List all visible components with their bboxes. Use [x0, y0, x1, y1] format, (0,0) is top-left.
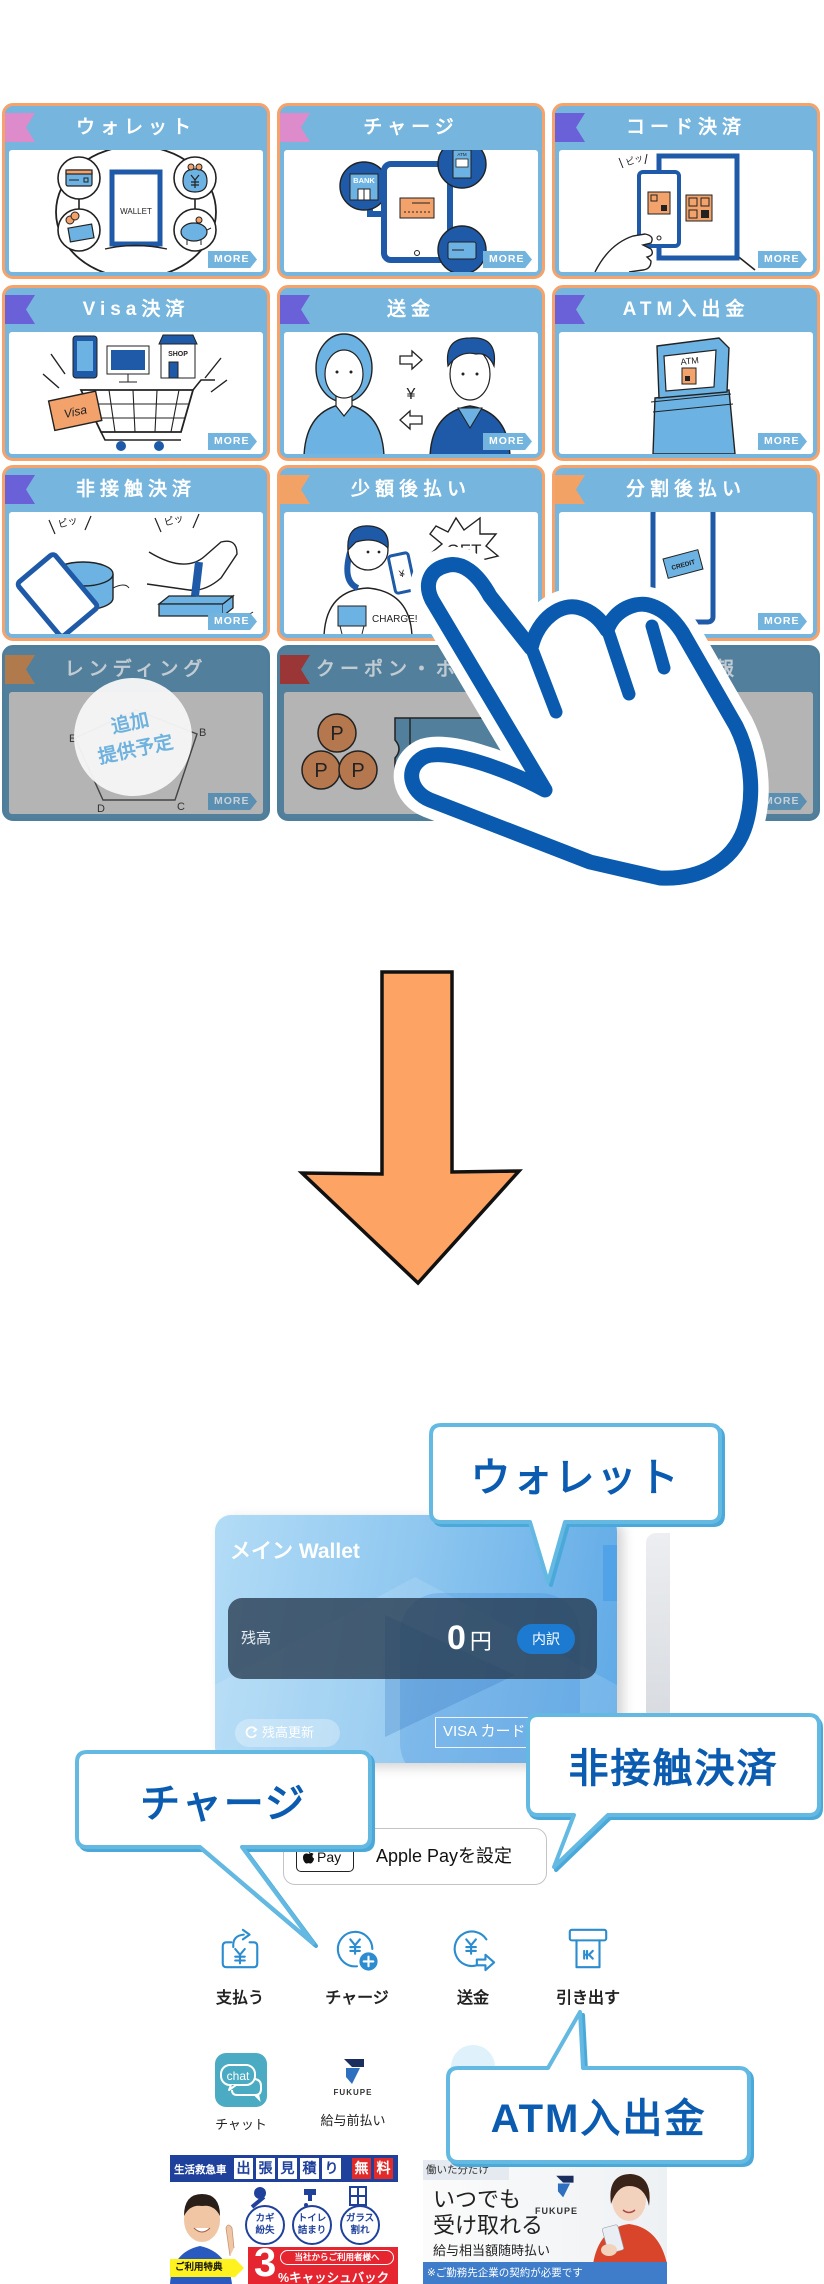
callout-contactless: 非接触決済: [520, 1708, 824, 1873]
balance-amount: 0円: [447, 1598, 492, 1685]
chat-icon[interactable]: chat: [215, 2053, 267, 2107]
ad-big-number: 3: [254, 2241, 277, 2284]
ad-service-circle: カギ 紛失: [245, 2205, 285, 2245]
ad-perk-label: ご利用特典: [170, 2259, 244, 2277]
chat-icon-text: chat: [227, 2069, 250, 2083]
breakdown-button[interactable]: 内訳: [517, 1624, 575, 1654]
action-label: 支払う: [215, 1990, 264, 2007]
ad-service-circle: トイレ 詰まり: [292, 2205, 332, 2245]
ad-service-circle: ガラス 割れ: [340, 2205, 380, 2245]
balance-value: 0: [447, 1619, 466, 1657]
refresh-label: 残高更新: [262, 1725, 315, 1740]
fukupe-logo: [556, 2175, 574, 2198]
callout-label: 非接触決済: [568, 1747, 779, 1791]
balance-panel: 残高 0円 内訳: [228, 1598, 597, 1679]
ad-service-line2: 割れ: [350, 2225, 370, 2236]
ad-subhead: 給与相当額随時払い: [433, 2243, 551, 2258]
ad-service-line1: トイレ: [297, 2213, 327, 2224]
arrow-shape: [297, 970, 523, 1286]
refresh-icon: [245, 1726, 258, 1739]
fukupe-logo: [344, 2059, 364, 2084]
service-label-salary: 給与前払い: [320, 2113, 386, 2128]
callout-label: ATM入出金: [490, 2097, 707, 2141]
apple-pay-label: Apple Payを設定: [376, 1846, 513, 1866]
callout-wallet: ウォレット: [425, 1420, 730, 1590]
ad-service-line2: 詰まり: [297, 2225, 327, 2236]
action-withdraw[interactable]: 引き出す: [538, 1926, 638, 2010]
callout-label: ウォレット: [470, 1455, 681, 1500]
ad-perk-note: 当社からご利用者様へ: [280, 2250, 394, 2265]
ad-service-line1: ガラス: [345, 2213, 375, 2224]
balance-unit: 円: [469, 1629, 492, 1654]
ad-free-char: 無: [352, 2158, 371, 2179]
ad-headline-char: 見: [278, 2158, 297, 2179]
ad-headline-2: 受け取れる: [433, 2213, 544, 2238]
callout-label: チャージ: [140, 1781, 307, 1826]
ad-banner-emergency-service[interactable]: 生活救急車 出 張 見 積 り 無 料 カギ 紛失 トイレ 詰まり ガラス 割れ ご利…: [170, 2155, 398, 2284]
action-label: チャージ: [325, 1990, 389, 2007]
wallet-title: メイン Wallet: [230, 1540, 360, 1563]
ad-headline-char: 張: [256, 2158, 275, 2179]
ad-service-line1: カギ: [255, 2213, 275, 2224]
ad-headline-char: り: [322, 2158, 341, 2179]
send-money-icon: [453, 1930, 496, 1972]
withdraw-icon: [568, 1928, 608, 1969]
callout-charge: チャージ: [70, 1745, 380, 1950]
ad-brand: 生活救急車: [174, 2164, 227, 2176]
ad-service-line2: 紛失: [255, 2225, 275, 2236]
action-send[interactable]: 送金: [423, 1926, 523, 2010]
ad-headline-char: 積: [300, 2158, 319, 2179]
callout-atm: ATM入出金: [440, 2005, 758, 2170]
ad-headline-char: 出: [234, 2158, 253, 2179]
refresh-balance-button[interactable]: 残高更新: [235, 1719, 340, 1747]
pointing-hand-icon: [393, 546, 769, 897]
service-label-chat: チャット: [215, 2117, 267, 2132]
ad-free-char: 料: [374, 2158, 393, 2179]
fukupe-logo-text: FUKUPE: [333, 2088, 373, 2097]
ad-banner-fukupe[interactable]: 働いた分だけ いつでも 受け取れる FUKUPE 給与相当額随時払い ※ご勤務先…: [423, 2160, 667, 2284]
service-salary-advance[interactable]: FUKUPE 給与前払い: [308, 2054, 398, 2134]
ad-logo-text: FUKUPE: [535, 2206, 579, 2216]
balance-label: 残高: [241, 1630, 272, 1647]
chat-bubble-glyph: chat: [220, 2064, 262, 2103]
ad-cashback-text: %キャッシュバック: [278, 2271, 390, 2284]
ad-woman-photo: [593, 2174, 667, 2264]
ad-footnote: ※ご勤務先企業の契約が必要です: [423, 2262, 667, 2284]
